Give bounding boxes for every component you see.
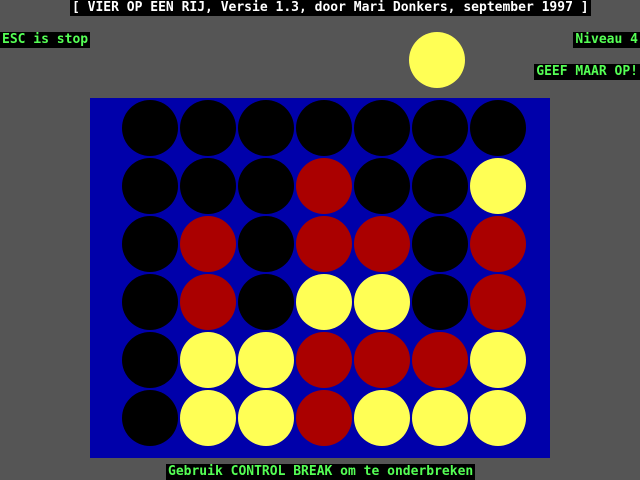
board-cell-r2-c6-empty[interactable]: [412, 158, 468, 214]
board-cell-r1-c4-empty[interactable]: [296, 100, 352, 156]
board-cell-r4-c6-empty[interactable]: [412, 274, 468, 330]
give-up-button[interactable]: GEEF MAAR OP!: [534, 64, 640, 80]
board-cell-r1-c3-empty[interactable]: [238, 100, 294, 156]
board-cell-r4-c2-red[interactable]: [180, 274, 236, 330]
board-cell-r5-c7-yellow[interactable]: [470, 332, 526, 388]
board-cell-r2-c1-empty[interactable]: [122, 158, 178, 214]
board-cell-r3-c6-empty[interactable]: [412, 216, 468, 272]
board-cell-r2-c4-red[interactable]: [296, 158, 352, 214]
board-cell-r5-c5-red[interactable]: [354, 332, 410, 388]
board-cell-r1-c5-empty[interactable]: [354, 100, 410, 156]
board-cell-r3-c1-empty[interactable]: [122, 216, 178, 272]
board-cell-r5-c4-red[interactable]: [296, 332, 352, 388]
board-cell-r6-c5-yellow[interactable]: [354, 390, 410, 446]
board-cell-r3-c5-red[interactable]: [354, 216, 410, 272]
board-cell-r5-c3-yellow[interactable]: [238, 332, 294, 388]
board-cell-r3-c4-red[interactable]: [296, 216, 352, 272]
window-title: [ VIER OP EEN RIJ, Versie 1.3, door Mari…: [70, 0, 591, 16]
board-cell-r6-c3-yellow[interactable]: [238, 390, 294, 446]
board-cell-r3-c2-red[interactable]: [180, 216, 236, 272]
board-cell-r1-c7-empty[interactable]: [470, 100, 526, 156]
board-cell-r6-c4-red[interactable]: [296, 390, 352, 446]
board-cell-r1-c2-empty[interactable]: [180, 100, 236, 156]
break-hint: Gebruik CONTROL BREAK om te onderbreken: [166, 464, 476, 480]
board-cell-r3-c7-red[interactable]: [470, 216, 526, 272]
esc-stop-hint: ESC is stop: [0, 32, 91, 48]
game-board[interactable]: [90, 98, 550, 458]
board-cell-r4-c1-empty[interactable]: [122, 274, 178, 330]
board-cell-r2-c2-empty[interactable]: [180, 158, 236, 214]
board-cell-r5-c2-yellow[interactable]: [180, 332, 236, 388]
board-cell-r5-c1-empty[interactable]: [122, 332, 178, 388]
board-cell-r4-c4-yellow[interactable]: [296, 274, 352, 330]
board-cell-r5-c6-red[interactable]: [412, 332, 468, 388]
board-cell-r1-c6-empty[interactable]: [412, 100, 468, 156]
board-cell-r4-c3-empty[interactable]: [238, 274, 294, 330]
board-cell-r3-c3-empty[interactable]: [238, 216, 294, 272]
board-cell-r4-c5-yellow[interactable]: [354, 274, 410, 330]
board-cell-r6-c2-yellow[interactable]: [180, 390, 236, 446]
board-cell-r6-c6-yellow[interactable]: [412, 390, 468, 446]
board-cell-r2-c3-empty[interactable]: [238, 158, 294, 214]
board-cell-r1-c1-empty[interactable]: [122, 100, 178, 156]
board-cell-r2-c5-empty[interactable]: [354, 158, 410, 214]
board-cell-r6-c7-yellow[interactable]: [470, 390, 526, 446]
hover-piece[interactable]: [409, 32, 465, 88]
board-cell-r4-c7-red[interactable]: [470, 274, 526, 330]
board-cell-r6-c1-empty[interactable]: [122, 390, 178, 446]
board-cell-r2-c7-yellow[interactable]: [470, 158, 526, 214]
level-indicator: Niveau 4: [573, 32, 640, 48]
